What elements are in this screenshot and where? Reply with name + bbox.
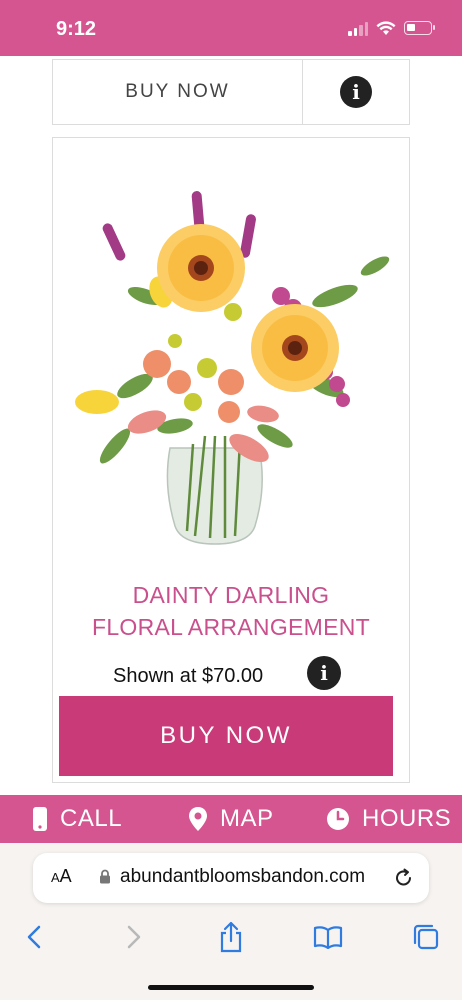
map-pin-icon (189, 807, 207, 831)
status-time: 9:12 (56, 18, 97, 40)
forward-icon (127, 925, 141, 949)
lock-icon (100, 869, 110, 884)
signal-icon (348, 20, 368, 36)
call-label: CALL (60, 805, 123, 832)
browser-chrome: AA abundantbloomsbandon.com (0, 843, 462, 1000)
home-indicator[interactable] (148, 985, 314, 990)
back-icon (27, 925, 41, 949)
product-card: DAINTY DARLING FLORAL ARRANGEMENT Shown … (52, 137, 410, 783)
map-label: MAP (220, 805, 274, 832)
product-title-line-2[interactable]: FLORAL ARRANGEMENT (53, 614, 409, 641)
hours-label: HOURS (362, 805, 452, 832)
aa-big: A (59, 866, 72, 886)
buy-now-button-top[interactable]: BUY NOW (53, 60, 303, 124)
clock-icon (327, 808, 349, 830)
share-button[interactable] (211, 917, 251, 957)
price-text: Shown at $70.00 (113, 665, 264, 687)
info-button-top[interactable]: i (303, 60, 409, 124)
buy-now-button[interactable]: BUY NOW (59, 696, 393, 776)
previous-product-actions: BUY NOW i (52, 59, 410, 125)
phone-icon (33, 807, 47, 831)
aa-small: A (51, 870, 60, 885)
url-text[interactable]: abundantbloomsbandon.com (120, 866, 365, 888)
bookmarks-button[interactable] (308, 917, 348, 957)
share-icon (220, 921, 242, 953)
reader-settings-button[interactable]: AA (51, 866, 72, 887)
map-button[interactable]: MAP (188, 795, 274, 843)
back-button[interactable] (14, 917, 54, 957)
address-bar[interactable]: AA abundantbloomsbandon.com (33, 853, 429, 903)
product-image[interactable] (75, 186, 393, 548)
wifi-icon (376, 20, 396, 35)
tabs-icon (413, 924, 439, 950)
product-title-line-1[interactable]: DAINTY DARLING (53, 582, 409, 609)
reload-icon[interactable] (393, 867, 415, 889)
forward-button[interactable] (114, 917, 154, 957)
contact-bar: CALL MAP HOURS (0, 795, 462, 843)
hours-button[interactable]: HOURS (326, 795, 451, 843)
browser-toolbar (0, 917, 462, 957)
bookmarks-icon (313, 926, 343, 949)
info-icon: i (340, 76, 372, 108)
tabs-button[interactable] (406, 917, 446, 957)
status-icons (348, 20, 435, 36)
price-info-icon[interactable]: i (307, 656, 341, 690)
status-bar: 9:12 (0, 0, 462, 56)
battery-icon (404, 21, 435, 35)
call-button[interactable]: CALL (32, 795, 122, 843)
